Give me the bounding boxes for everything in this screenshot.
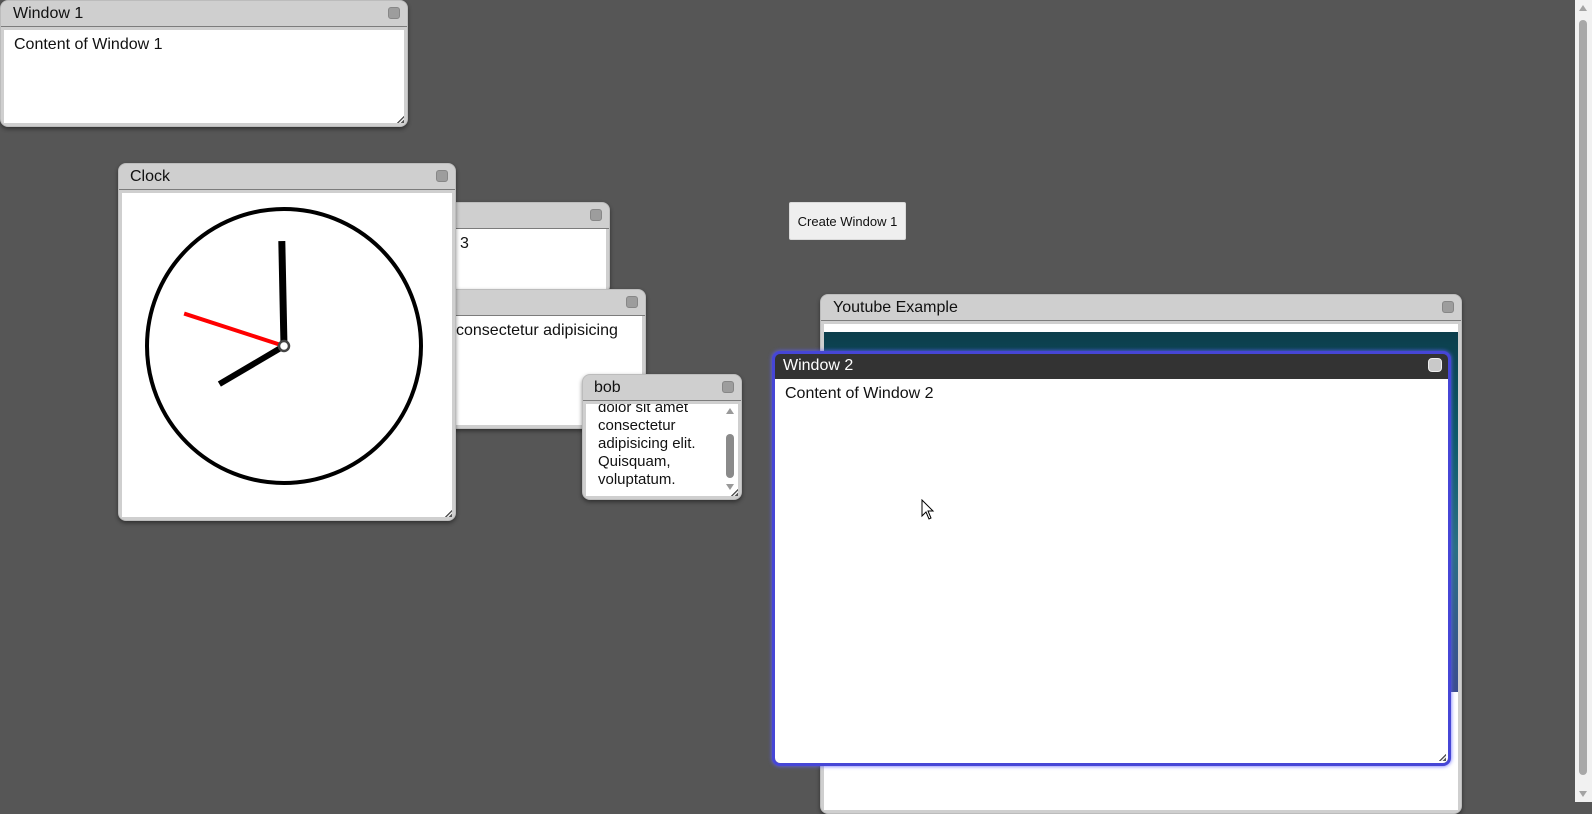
minute-hand xyxy=(278,240,288,347)
scroll-up-arrow-icon[interactable] xyxy=(1579,5,1587,11)
close-icon[interactable] xyxy=(626,296,638,308)
close-icon[interactable] xyxy=(436,170,448,182)
bob-scrollbar[interactable] xyxy=(724,404,736,496)
close-icon[interactable] xyxy=(1428,358,1442,372)
scroll-up-arrow-icon[interactable] xyxy=(726,408,734,414)
close-icon[interactable] xyxy=(722,381,734,393)
bob-window-titlebar[interactable]: bob xyxy=(583,375,741,401)
bob-line: voluptatum. xyxy=(598,471,676,488)
scroll-down-arrow-icon[interactable] xyxy=(1579,791,1587,797)
bob-window-title: bob xyxy=(594,379,621,396)
bob-line: dolor sit amet xyxy=(598,404,689,416)
close-icon[interactable] xyxy=(388,7,400,19)
clock-window-titlebar[interactable]: Clock xyxy=(119,164,455,190)
bob-window-content: dolor sit amet consectetur adipisicing e… xyxy=(586,404,738,496)
create-window-button[interactable]: Create Window 1 xyxy=(789,202,906,240)
window-2-content: Content of Window 2 xyxy=(775,379,1448,763)
resize-grip-icon[interactable] xyxy=(445,510,452,517)
close-icon[interactable] xyxy=(590,209,602,221)
window-2-titlebar[interactable]: Window 2 xyxy=(775,354,1448,379)
window-1-content: Content of Window 1 xyxy=(4,30,404,123)
page-scroll-thumb[interactable] xyxy=(1579,20,1587,775)
bob-line: consectetur xyxy=(598,417,676,434)
clock-center-pin xyxy=(277,339,291,353)
resize-grip-icon[interactable] xyxy=(731,489,738,496)
youtube-window-titlebar[interactable]: Youtube Example xyxy=(821,295,1461,321)
window-2-content-text: Content of Window 2 xyxy=(785,385,934,402)
bob-window[interactable]: bob dolor sit amet consectetur adipisici… xyxy=(582,374,742,500)
scroll-thumb[interactable] xyxy=(726,434,734,478)
window-2-title: Window 2 xyxy=(783,357,854,374)
bob-line: Quisquam, xyxy=(598,453,671,470)
close-icon[interactable] xyxy=(1442,301,1454,313)
window-1-content-text: Content of Window 1 xyxy=(14,36,163,53)
youtube-window-title: Youtube Example xyxy=(833,299,958,316)
clock-window-content xyxy=(122,193,452,517)
bob-line: adipisicing elit. xyxy=(598,435,696,452)
mouse-pointer-icon xyxy=(921,499,935,520)
resize-grip-icon[interactable] xyxy=(1439,754,1446,761)
analog-clock xyxy=(145,207,423,485)
window-1-titlebar[interactable]: Window 1 xyxy=(1,1,407,27)
page-scrollbar[interactable] xyxy=(1575,0,1592,802)
window-3-content-text: 3 xyxy=(460,235,469,252)
clock-window-title: Clock xyxy=(130,168,171,185)
window-1[interactable]: Window 1 Content of Window 1 xyxy=(0,0,408,127)
clock-window[interactable]: Clock xyxy=(118,163,456,521)
window-2[interactable]: Window 2 Content of Window 2 xyxy=(772,351,1451,766)
window-1-title: Window 1 xyxy=(13,5,84,22)
lorem-window-content-text: consectetur adipisicing xyxy=(456,322,618,339)
resize-grip-icon[interactable] xyxy=(397,116,404,123)
